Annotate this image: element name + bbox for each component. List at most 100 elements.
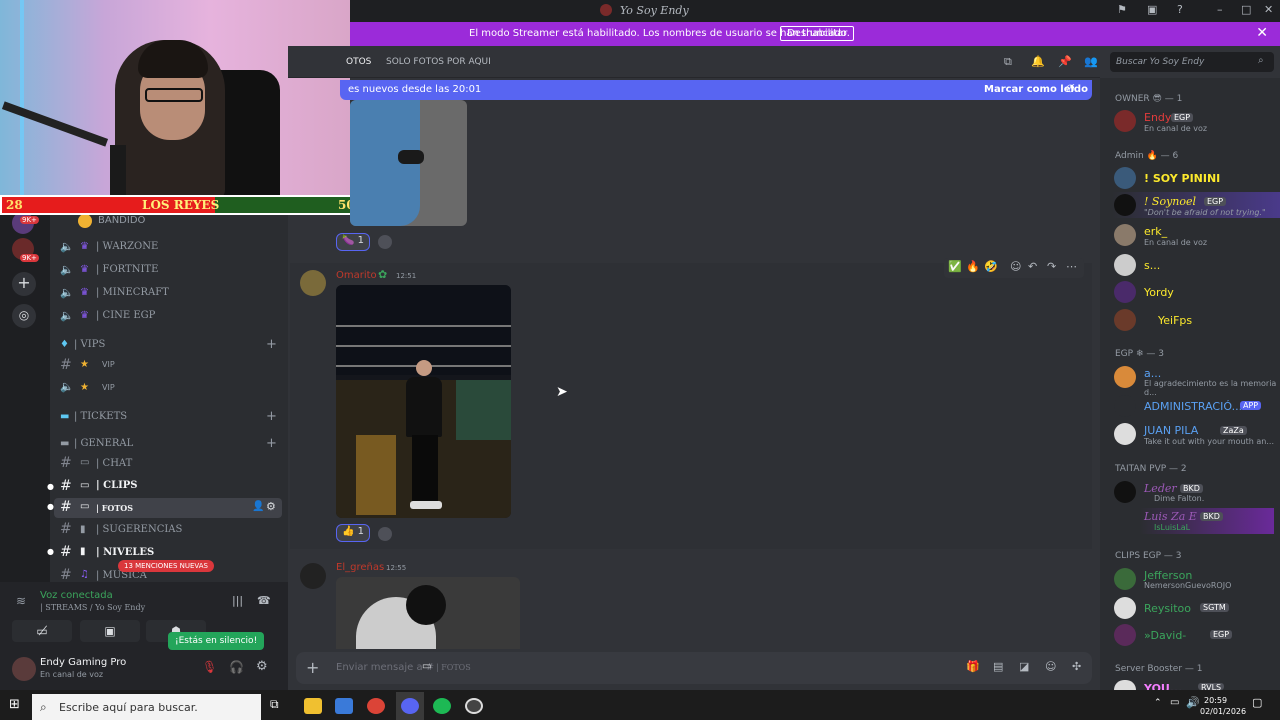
avatar[interactable] bbox=[300, 270, 326, 296]
emoji-icon[interactable]: ☺ bbox=[1045, 660, 1056, 673]
add-channel-icon[interactable]: + bbox=[266, 409, 277, 424]
member-name[interactable]: YeiFps bbox=[1158, 314, 1192, 327]
user-settings-icon[interactable]: ⚙ bbox=[256, 659, 268, 674]
member-name[interactable]: JUAN PILA bbox=[1144, 424, 1198, 437]
reply-icon[interactable]: ↶ bbox=[1028, 260, 1037, 273]
channel-fotos-selected[interactable]: ● # ▭ | FOTOS 👤 ⚙ bbox=[47, 498, 282, 518]
windows-start-icon[interactable]: ⊞ bbox=[9, 697, 20, 712]
taskbar-search-input[interactable]: ⌕ Escribe aquí para buscar. bbox=[32, 694, 261, 720]
channel-clips[interactable]: | CLIPS bbox=[96, 480, 138, 491]
forward-icon[interactable]: ↷ bbox=[1047, 260, 1056, 273]
avatar[interactable] bbox=[1114, 194, 1136, 216]
taskbar-clock[interactable]: 20:59 bbox=[1204, 696, 1227, 705]
avatar[interactable] bbox=[1114, 309, 1136, 331]
obs-icon[interactable] bbox=[465, 698, 483, 714]
message-author[interactable]: El_greñas bbox=[336, 562, 384, 573]
add-server-icon[interactable]: + bbox=[12, 272, 36, 296]
notifications-icon[interactable]: ▢ bbox=[1252, 696, 1262, 709]
reaction-chip[interactable]: 🍆 1 bbox=[336, 233, 371, 251]
avatar[interactable] bbox=[1114, 680, 1136, 690]
channel-vip[interactable]: VIP bbox=[102, 360, 115, 369]
avatar[interactable] bbox=[12, 657, 36, 681]
user-display-name[interactable]: Endy Gaming Pro bbox=[40, 657, 126, 668]
spotify-icon[interactable] bbox=[433, 698, 451, 714]
member-name[interactable]: ! SOY PININI bbox=[1144, 172, 1220, 185]
message-photo[interactable] bbox=[336, 285, 511, 518]
avatar[interactable] bbox=[1114, 281, 1136, 303]
apps-icon[interactable]: ✣ bbox=[1072, 660, 1081, 673]
laugh-emoji-icon[interactable]: 🤣 bbox=[984, 260, 998, 273]
notification-bell-icon[interactable]: 🔔 bbox=[1031, 55, 1045, 68]
member-name[interactable]: Luis Za E bbox=[1144, 510, 1197, 523]
member-name[interactable]: Yordy bbox=[1144, 286, 1174, 299]
fire-emoji-icon[interactable]: 🔥 bbox=[966, 260, 980, 273]
member-name[interactable]: YOU... bbox=[1144, 682, 1182, 690]
avatar[interactable] bbox=[1114, 423, 1136, 445]
avatar[interactable] bbox=[300, 563, 326, 589]
mic-muted-icon[interactable]: 🎙 bbox=[202, 660, 217, 674]
category-general[interactable]: | GENERAL bbox=[74, 438, 133, 449]
new-mentions-pill[interactable]: 13 MENCIONES NUEVAS bbox=[118, 560, 214, 572]
minimize-icon[interactable]: – bbox=[1217, 3, 1223, 16]
disconnect-icon[interactable]: ☎ bbox=[257, 594, 271, 607]
screen-share-icon[interactable]: ▣ bbox=[1147, 3, 1157, 16]
explore-icon[interactable]: ◎ bbox=[12, 304, 36, 328]
pin-icon[interactable]: 📌 bbox=[1058, 55, 1072, 68]
add-channel-icon[interactable]: + bbox=[266, 337, 277, 352]
avatar[interactable] bbox=[1114, 395, 1136, 417]
member-name[interactable]: Endy bbox=[1144, 111, 1171, 124]
message-composer[interactable]: + Enviar mensaje a # ▭ | FOTOS 🎁 ▤ ◪ ☺ ✣ bbox=[296, 652, 1092, 684]
chrome-icon[interactable] bbox=[367, 698, 385, 714]
deafen-icon[interactable]: 🎧 bbox=[229, 660, 244, 674]
avatar[interactable] bbox=[1114, 481, 1136, 503]
gift-icon[interactable]: 🎁 bbox=[966, 660, 980, 673]
maximize-icon[interactable]: □ bbox=[1241, 3, 1251, 16]
file-explorer-icon[interactable] bbox=[304, 698, 322, 714]
taskbar-date[interactable]: 02/01/2026 bbox=[1200, 707, 1246, 716]
member-name[interactable]: s... bbox=[1144, 259, 1160, 272]
network-icon[interactable]: ▭ bbox=[1170, 697, 1179, 708]
discord-icon[interactable] bbox=[401, 698, 419, 714]
member-name[interactable]: ADMINISTRACIÓ... bbox=[1144, 400, 1242, 413]
channel-sugerencias[interactable]: | SUGERENCIAS bbox=[96, 524, 182, 535]
avatar[interactable] bbox=[1114, 224, 1136, 246]
message-image[interactable] bbox=[350, 100, 467, 226]
channel-warzone[interactable]: | WARZONE bbox=[96, 241, 158, 252]
new-messages-bar[interactable]: es nuevos desde las 20:01 Marcar como le… bbox=[340, 80, 1092, 100]
member-name[interactable]: Reysitoo bbox=[1144, 602, 1191, 615]
disable-streamer-button[interactable]: Deshabilitar bbox=[780, 26, 855, 41]
inbox-flag-icon[interactable]: ⚑ bbox=[1117, 3, 1127, 16]
message-author[interactable]: Omarito bbox=[336, 270, 377, 281]
channel-fortnite[interactable]: | FORTNITE bbox=[96, 264, 158, 275]
volume-icon[interactable]: 🔊 bbox=[1186, 696, 1200, 709]
add-channel-icon[interactable]: + bbox=[266, 436, 277, 451]
category-tickets[interactable]: | TICKETS bbox=[74, 411, 127, 422]
channel-chat[interactable]: | CHAT bbox=[96, 458, 132, 469]
add-reaction-icon[interactable]: ☺ bbox=[1010, 260, 1021, 273]
avatar[interactable] bbox=[1114, 624, 1136, 646]
channel-minecraft[interactable]: | MINECRAFT bbox=[96, 287, 169, 298]
member-name[interactable]: ! Soynoel bbox=[1144, 195, 1196, 208]
sticker-icon[interactable]: ◪ bbox=[1019, 660, 1029, 673]
avatar[interactable] bbox=[1114, 254, 1136, 276]
voice-connected-status[interactable]: Voz conectada bbox=[40, 590, 113, 601]
avatar[interactable] bbox=[1114, 110, 1136, 132]
camera-off-button[interactable]: ▭̸ bbox=[12, 620, 72, 642]
more-options-icon[interactable]: ⋯ bbox=[1066, 260, 1077, 273]
gif-icon[interactable]: ▤ bbox=[993, 660, 1003, 673]
store-icon[interactable] bbox=[335, 698, 353, 714]
add-reaction-icon[interactable] bbox=[378, 235, 392, 249]
attach-plus-icon[interactable]: + bbox=[306, 658, 319, 677]
noise-suppression-icon[interactable]: ||| bbox=[232, 594, 243, 607]
reaction-chip[interactable]: 👍 1 bbox=[336, 524, 371, 542]
member-name[interactable]: erk_ bbox=[1144, 225, 1167, 238]
check-emoji-icon[interactable]: ✅ bbox=[948, 260, 962, 273]
avatar[interactable] bbox=[1114, 568, 1136, 590]
screen-share-button[interactable]: ▣ bbox=[80, 620, 140, 642]
threads-icon[interactable]: ⧉ bbox=[1004, 55, 1012, 69]
avatar[interactable] bbox=[1114, 597, 1136, 619]
add-reaction-icon[interactable] bbox=[378, 527, 392, 541]
close-window-icon[interactable]: ✕ bbox=[1264, 3, 1273, 16]
channel-cine-egp[interactable]: | CINE EGP bbox=[96, 310, 155, 321]
category-vips[interactable]: | VIPS bbox=[74, 339, 105, 350]
